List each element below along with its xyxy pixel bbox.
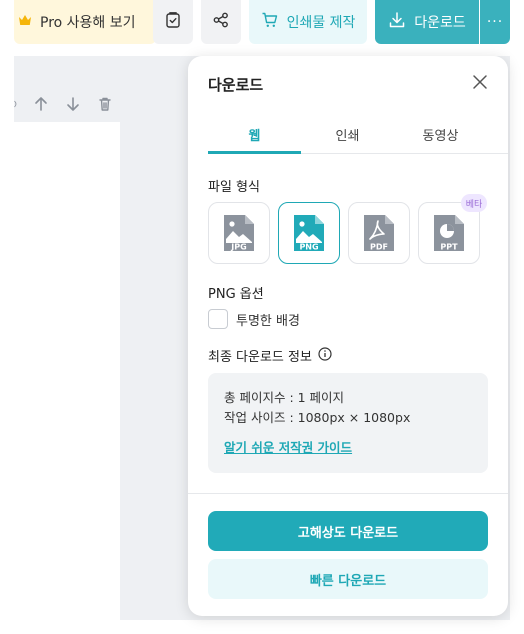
download-label: 다운로드 [414, 15, 466, 31]
panel-title: 다운로드 [208, 76, 264, 94]
work-size-text: 작업 사이즈 : 1080px × 1080px [224, 410, 411, 425]
total-pages-text: 총 페이지수 : 1 페이지 [224, 390, 345, 405]
copyright-guide-link[interactable]: 알기 쉬운 저작권 가이드 [224, 437, 352, 456]
format-options: JPG PNG PDF PPT 베타 [208, 194, 487, 264]
try-pro-button[interactable]: Pro 사용해 보기 [14, 0, 156, 44]
design-canvas-page[interactable] [14, 122, 120, 620]
fast-download-button[interactable]: 빠른 다운로드 [208, 559, 488, 599]
move-up-icon[interactable] [32, 95, 50, 113]
more-options-button[interactable]: ··· [480, 0, 510, 44]
download-icon [388, 11, 406, 33]
move-down-icon[interactable] [64, 95, 82, 113]
info-icon[interactable] [318, 346, 332, 365]
beta-badge: 베타 [461, 194, 487, 212]
partial-icon [14, 95, 18, 113]
format-png-option[interactable]: PNG [278, 202, 340, 264]
format-jpg-option[interactable]: JPG [208, 202, 270, 264]
panel-divider [188, 493, 508, 494]
ppt-file-icon: PPT [434, 215, 464, 252]
png-options-label: PNG 옵션 [208, 287, 264, 302]
high-resolution-download-button[interactable]: 고해상도 다운로드 [208, 511, 488, 551]
cart-icon [261, 11, 279, 33]
tab-print[interactable]: 인쇄 [301, 118, 394, 153]
share-button[interactable] [201, 0, 241, 44]
print-order-label: 인쇄물 제작 [286, 15, 356, 31]
print-order-button[interactable]: 인쇄물 제작 [249, 0, 367, 44]
svg-text:PDF: PDF [370, 243, 388, 252]
more-dots-icon: ··· [486, 14, 504, 30]
tab-web[interactable]: 웹 [208, 118, 301, 154]
save-check-icon [164, 11, 182, 33]
crown-icon [18, 14, 32, 30]
save-button[interactable] [153, 0, 193, 44]
download-button[interactable]: 다운로드 [375, 0, 479, 44]
download-tabs: 웹 인쇄 동영상 [208, 118, 508, 154]
format-ppt-option[interactable]: PPT 베타 [418, 194, 487, 264]
format-pdf-option[interactable]: PDF [348, 202, 410, 264]
jpg-file-icon: JPG [224, 215, 254, 252]
download-info-box: 총 페이지수 : 1 페이지 작업 사이즈 : 1080px × 1080px … [208, 373, 488, 473]
share-icon [212, 11, 230, 33]
tab-video[interactable]: 동영상 [394, 118, 487, 153]
close-button[interactable] [470, 74, 490, 94]
page-tools [14, 94, 114, 114]
svg-text:JPG: JPG [230, 243, 246, 252]
close-icon [472, 74, 488, 94]
final-download-info-label: 최종 다운로드 정보 [208, 350, 312, 365]
download-panel: 다운로드 웹 인쇄 동영상 파일 형식 JPG PNG PDF PPT 베타 P… [188, 56, 508, 616]
final-download-info-header: 최종 다운로드 정보 [208, 346, 332, 365]
trash-icon[interactable] [96, 95, 114, 113]
try-pro-label: Pro 사용해 보기 [40, 15, 136, 31]
transparent-background-label: 투명한 배경 [236, 313, 300, 329]
file-format-label: 파일 형식 [208, 180, 260, 195]
transparent-background-option: 투명한 배경 [208, 309, 300, 329]
svg-text:PPT: PPT [440, 243, 458, 252]
png-file-icon: PNG [294, 215, 324, 252]
top-toolbar: Pro 사용해 보기 인쇄물 제작 다운로드 ··· [14, 0, 510, 56]
svg-text:PNG: PNG [299, 243, 318, 252]
transparent-background-checkbox[interactable] [208, 309, 228, 329]
pdf-file-icon: PDF [364, 215, 394, 252]
